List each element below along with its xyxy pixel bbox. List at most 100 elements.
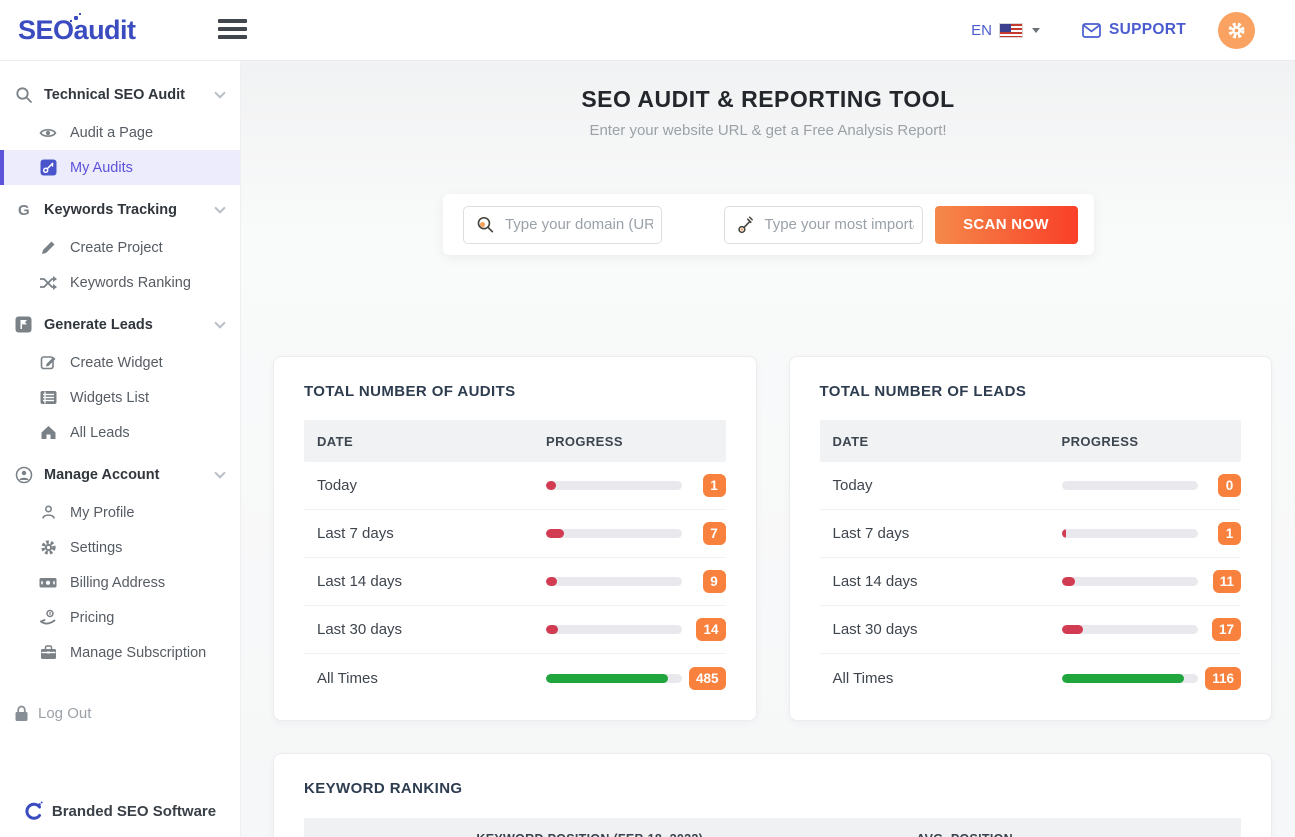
sidebar-item-keywords-ranking[interactable]: Keywords Ranking (0, 265, 240, 300)
progress-fill (546, 529, 564, 538)
scan-now-button[interactable]: SCAN NOW (935, 206, 1078, 244)
language-label: EN (971, 22, 992, 39)
sidebar-item-create-project[interactable]: Create Project (0, 230, 240, 265)
logo-dots-icon (74, 16, 78, 20)
list-icon (39, 389, 57, 406)
billing-icon (39, 574, 57, 591)
us-flag-icon (999, 23, 1023, 38)
keyword-input-box (724, 206, 923, 244)
flag-icon (14, 316, 33, 333)
seo-audit-logo[interactable]: SEOaudit (18, 15, 136, 46)
sidebar-section-keywords-tracking[interactable]: G Keywords Tracking (0, 189, 240, 230)
sidebar-item-billing-address[interactable]: Billing Address (0, 565, 240, 600)
main-content: SEO AUDIT & REPORTING TOOL Enter your we… (241, 61, 1295, 837)
chevron-down-icon (214, 317, 225, 328)
count-badge: 1 (703, 474, 726, 497)
magnifier-icon (476, 214, 495, 236)
sidebar-item-label: Create Project (70, 240, 163, 256)
progress-fill (546, 481, 556, 490)
lock-icon (14, 705, 29, 722)
shuffle-icon (39, 275, 57, 291)
count-badge: 14 (696, 618, 725, 641)
progress-fill (1062, 577, 1076, 586)
sidebar-section-label: Technical SEO Audit (44, 87, 185, 103)
column-header-keyword-position: KEYWORD POSITION (FEB 18, 2022) (476, 832, 703, 837)
table-row: Last 7 days 1 (820, 510, 1242, 558)
sidebar-item-label: My Audits (70, 160, 133, 176)
progress-fill (1062, 674, 1184, 683)
svg-text:G: G (18, 202, 30, 219)
language-selector[interactable]: EN (971, 22, 1040, 39)
page-title: SEO AUDIT & REPORTING TOOL (241, 86, 1295, 113)
progress-track (1062, 481, 1198, 490)
count-badge: 116 (1205, 667, 1241, 690)
table-row: Last 14 days 9 (304, 558, 726, 606)
settings-gear-button[interactable] (1218, 12, 1255, 49)
count-badge: 485 (689, 667, 726, 690)
caret-down-icon (1032, 28, 1040, 33)
support-link[interactable]: SUPPORT (1082, 21, 1186, 39)
chevron-down-icon (214, 202, 225, 213)
progress-fill (546, 625, 558, 634)
total-leads-card: TOTAL NUMBER OF LEADS DATE PROGRESS Toda… (789, 356, 1273, 721)
chevron-down-icon (214, 87, 225, 98)
sidebar-item-settings[interactable]: Settings (0, 530, 240, 565)
sidebar-item-all-leads[interactable]: All Leads (0, 415, 240, 450)
sidebar-item-my-profile[interactable]: My Profile (0, 495, 240, 530)
card-title: TOTAL NUMBER OF AUDITS (304, 383, 726, 400)
sidebar-item-manage-subscription[interactable]: Manage Subscription (0, 635, 240, 670)
sidebar-item-pricing[interactable]: Pricing (0, 600, 240, 635)
sidebar-item-label: All Leads (70, 425, 130, 441)
card-title: TOTAL NUMBER OF LEADS (820, 383, 1242, 400)
sidebar-item-label: Widgets List (70, 390, 149, 406)
count-badge: 1 (1218, 522, 1241, 545)
table-row: All Times 116 (820, 654, 1242, 702)
sidebar-section-technical-seo-audit[interactable]: Technical SEO Audit (0, 74, 240, 115)
pencil-icon (39, 239, 57, 256)
sidebar-item-label: Billing Address (70, 575, 165, 591)
count-badge: 11 (1213, 570, 1241, 593)
sidebar-item-my-audits[interactable]: My Audits (0, 150, 240, 185)
count-badge: 7 (703, 522, 726, 545)
home-icon (39, 424, 57, 441)
card-title: KEYWORD RANKING (304, 780, 1241, 797)
progress-fill (546, 577, 557, 586)
sidebar-item-audit-a-page[interactable]: Audit a Page (0, 115, 240, 150)
progress-track (1062, 529, 1198, 538)
sidebar-section-manage-account[interactable]: Manage Account (0, 454, 240, 495)
branded-seo-software-link[interactable]: Branded SEO Software (0, 801, 240, 821)
keyword-input[interactable] (754, 216, 921, 233)
sidebar: Technical SEO Audit Audit a Page My Audi… (0, 61, 241, 837)
pricing-icon (39, 609, 57, 626)
logout-button[interactable]: Log Out (0, 696, 240, 731)
progress-track (546, 529, 682, 538)
count-badge: 0 (1218, 474, 1241, 497)
sidebar-item-label: Manage Subscription (70, 645, 206, 661)
sidebar-item-label: Create Widget (70, 355, 163, 371)
account-circle-icon (14, 466, 33, 484)
progress-track (1062, 674, 1198, 683)
keyword-table-header: KEYWORD POSITION (FEB 18, 2022) AVG. POS… (304, 818, 1241, 837)
column-header-date: DATE (820, 434, 1062, 449)
leads-table: DATE PROGRESS Today 0 Last 7 days 1 Last… (820, 420, 1242, 702)
footer-label: Branded SEO Software (52, 803, 216, 820)
total-audits-card: TOTAL NUMBER OF AUDITS DATE PROGRESS Tod… (273, 356, 757, 721)
table-row: Last 30 days 17 (820, 606, 1242, 654)
sidebar-section-label: Generate Leads (44, 317, 153, 333)
support-label: SUPPORT (1109, 21, 1186, 39)
sidebar-item-create-widget[interactable]: Create Widget (0, 345, 240, 380)
progress-track (1062, 577, 1198, 586)
progress-track (1062, 625, 1198, 634)
sidebar-item-widgets-list[interactable]: Widgets List (0, 380, 240, 415)
sidebar-section-label: Manage Account (44, 467, 159, 483)
menu-toggle-hamburger-icon[interactable] (218, 19, 247, 39)
search-icon (14, 86, 33, 104)
column-header-avg-position: AVG. POSITION (916, 832, 1013, 837)
sidebar-section-generate-leads[interactable]: Generate Leads (0, 304, 240, 345)
progress-track (546, 481, 682, 490)
table-row: Last 14 days 11 (820, 558, 1242, 606)
domain-input[interactable] (495, 216, 661, 233)
logo-o: O (53, 15, 74, 46)
table-row: Last 30 days 14 (304, 606, 726, 654)
table-row: Today 1 (304, 462, 726, 510)
